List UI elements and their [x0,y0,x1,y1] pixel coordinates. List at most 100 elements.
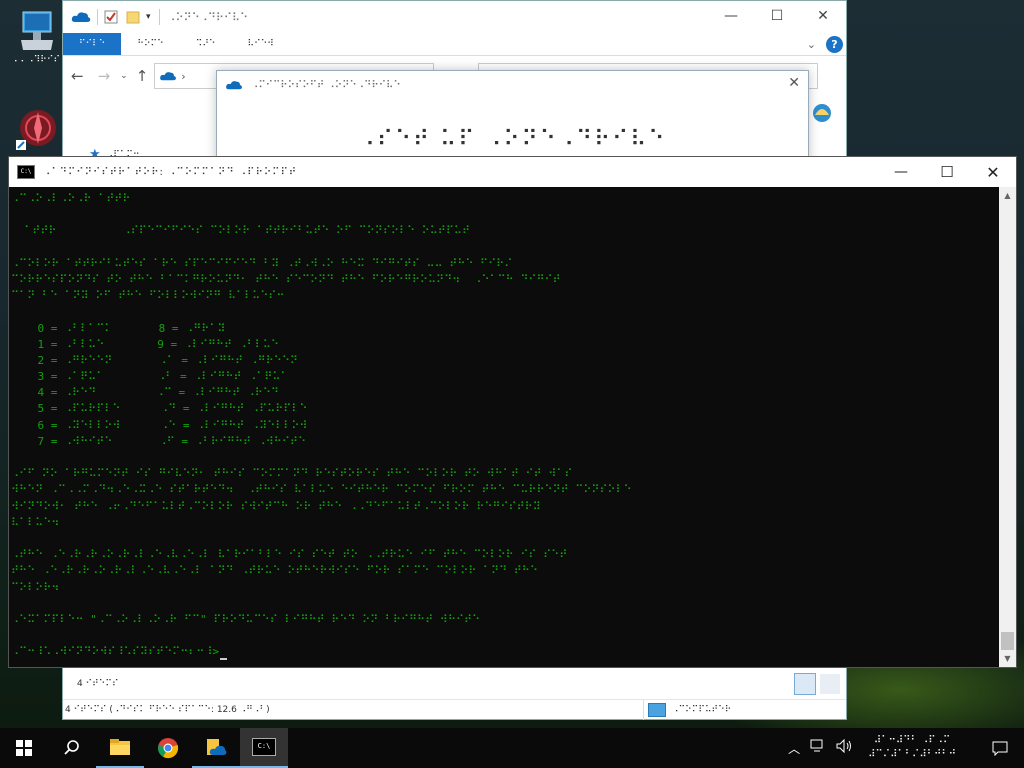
computer-location: ⠠⠉⠕⠍⠏⠥⠞⠑⠗ [648,703,731,717]
onedrive-folder-icon [207,739,227,755]
search-icon [64,740,79,755]
system-tray: ︿ ⠼⠁⠒⠼⠙⠃ ⠠⠏⠠⠍ ⠼⠉⠌⠼⠁⠃⠌⠼⠃⠚⠃⠚ [788,728,1024,768]
console-line: 7 = ⠠⠺⠓⠊⠞⠑ ⠠⠋ = ⠠⠃⠗⠊⠛⠓⠞ ⠠⠺⠓⠊⠞⠑ [11,434,307,448]
app-logo-icon [16,110,56,150]
cmd-console-output[interactable]: ⠠⠉⠠⠕⠠⠇⠠⠕⠠⠗ ⠁⠞⠞⠗ ⠁⠞⠞⠗ ⠠⠎⠏⠑⠉⠊⠋⠊⠑⠎ ⠉⠕⠇⠕⠗ ⠁⠞… [9,187,1001,667]
cmd-maximize-button[interactable]: ☐ [924,157,970,187]
onedrive-title: ⠠⠍⠊⠉⠗⠕⠎⠕⠋⠞ ⠠⠕⠝⠑⠠⠙⠗⠊⠧⠑ [251,79,401,91]
disk-free-space-text: 4 ⠊⠞⠑⠍⠎ (⠠⠙⠊⠎⠅ ⠋⠗⠑⠑ ⠎⠏⠁⠉⠑: 12.6 ⠠⠛⠠⠃) [65,704,270,715]
cmd-close-button[interactable]: ✕ [970,157,1016,187]
onedrive-cloud-icon [160,72,177,81]
console-line: ⠉⠁⠝ ⠃⠑ ⠁⠝⠽ ⠕⠋ ⠞⠓⠑ ⠋⠕⠇⠇⠕⠺⠊⠝⠛ ⠧⠁⠇⠥⠑⠎⠒ [11,289,285,303]
tab-file[interactable]: ⠋⠊⠇⠑ [63,33,122,55]
status-item-count: 4 ⠊⠞⠑⠍⠎ [77,679,119,689]
console-line: ⠠⠉⠕⠇⠕⠗ ⠁⠞⠞⠗⠊⠃⠥⠞⠑⠎ ⠁⠗⠑ ⠎⠏⠑⠉⠊⠋⠊⠑⠙ ⠃⠽ ⠠⠞⠠⠺⠠… [11,256,513,270]
show-hidden-icons-icon[interactable]: ︿ [788,740,800,757]
console-line: 3 = ⠠⠁⠟⠥⠁ ⠠⠃ = ⠠⠇⠊⠛⠓⠞ ⠠⠁⠟⠥⠁ [11,370,289,384]
text-cursor [220,658,228,661]
onedrive-cloud-icon [226,81,242,90]
cmd-icon: C:\ [252,738,276,756]
explorer-maximize-button[interactable]: ☐ [754,1,800,31]
console-line: ⠺⠓⠑⠝ ⠠⠉⠠⠠⠍⠠⠙⠲⠠⠑⠠⠭⠠⠑ ⠎⠞⠁⠗⠞⠑⠙⠲ ⠠⠞⠓⠊⠎ ⠧⠁⠇⠥⠑… [11,483,632,497]
console-line: ⠺⠊⠝⠙⠕⠺⠂ ⠞⠓⠑ ⠠⠖⠠⠙⠑⠋⠁⠥⠇⠞⠠⠉⠕⠇⠕⠗ ⠎⠺⠊⠞⠉⠓ ⠕⠗ ⠞… [11,499,541,513]
properties-icon[interactable] [104,10,118,24]
onedrive-close-button[interactable]: ✕ [788,75,800,91]
console-line: ⠠⠞⠓⠑ ⠠⠑⠠⠗⠠⠗⠠⠕⠠⠗⠠⠇⠠⠑⠠⠧⠠⠑⠠⠇ ⠧⠁⠗⠊⠁⠃⠇⠑ ⠊⠎ ⠎⠑… [11,548,568,562]
scroll-down-icon[interactable]: ▼ [999,650,1016,667]
console-line: ⠉⠕⠗⠗⠑⠎⠏⠕⠝⠙⠎ ⠞⠕ ⠞⠓⠑ ⠃⠁⠉⠅⠛⠗⠕⠥⠝⠙⠂ ⠞⠓⠑ ⠎⠑⠉⠕⠝… [11,272,561,286]
back-icon[interactable]: ← [71,67,84,85]
onedrive-titlebar: ⠠⠍⠊⠉⠗⠕⠎⠕⠋⠞ ⠠⠕⠝⠑⠠⠙⠗⠊⠧⠑ [217,71,808,99]
start-button[interactable] [0,728,48,768]
taskbar-file-explorer[interactable] [96,728,144,768]
folder-icon [110,739,130,755]
windows-logo-icon [16,740,32,756]
ribbon-expand-icon[interactable]: ⌄ [807,38,816,51]
taskbar-chrome[interactable] [144,728,192,768]
explorer-close-button[interactable]: ✕ [800,1,846,31]
clock[interactable]: ⠼⠁⠒⠼⠙⠃ ⠠⠏⠠⠍ ⠼⠉⠌⠼⠁⠃⠌⠼⠃⠚⠃⠚ [868,734,956,762]
network-icon[interactable] [810,739,826,757]
taskbar-command-prompt[interactable]: C:\ [240,728,288,768]
volume-icon[interactable] [836,738,854,757]
console-line: 6 = ⠠⠽⠑⠇⠇⠕⠺ ⠠⠑ = ⠠⠇⠊⠛⠓⠞ ⠠⠽⠑⠇⠇⠕⠺ [11,418,308,432]
console-line: ⠠⠉⠠⠕⠠⠇⠠⠕⠠⠗ ⠁⠞⠞⠗ [11,192,131,205]
details-view-icon[interactable] [794,673,816,695]
explorer-status-bar: 4 ⠊⠞⠑⠍⠎ [63,671,846,697]
console-line: ⠉⠕⠇⠕⠗⠲ [11,580,60,594]
console-line: ⠧⠁⠇⠥⠑⠲ [11,515,60,529]
console-line: ⠠⠑⠭⠁⠍⠏⠇⠑⠒ "⠠⠉⠠⠕⠠⠇⠠⠕⠠⠗ ⠋⠉" ⠏⠗⠕⠙⠥⠉⠑⠎ ⠇⠊⠛⠓⠞… [11,612,481,626]
clock-date: ⠼⠉⠌⠼⠁⠃⠌⠼⠃⠚⠃⠚ [868,749,956,760]
cmd-minimize-button[interactable]: — [878,157,924,187]
large-icons-view-icon[interactable] [820,674,840,694]
tab-home[interactable]: ⠓⠕⠍⠑ [121,33,179,55]
monitor-icon [648,703,666,717]
explorer-title: ⠠⠕⠝⠑⠠⠙⠗⠊⠧⠑ [167,10,249,24]
onedrive-heading: ⠠⠎⠑⠞ ⠥⠏ ⠠⠕⠝⠑⠠⠙⠗⠊⠧⠑ [358,127,667,152]
tab-view[interactable]: ⠧⠊⠑⠺ [232,33,290,55]
cmd-titlebar: C:\ ⠠⠁⠙⠍⠊⠝⠊⠎⠞⠗⠁⠞⠕⠗: ⠠⠉⠕⠍⠍⠁⠝⠙ ⠠⠏⠗⠕⠍⠏⠞ — ☐… [9,157,1016,187]
action-center-icon[interactable] [976,728,1024,768]
explorer-details-bar: 4 ⠊⠞⠑⠍⠎ (⠠⠙⠊⠎⠅ ⠋⠗⠑⠑ ⠎⠏⠁⠉⠑: 12.6 ⠠⠛⠠⠃) ⠠⠉… [63,699,846,720]
cmd-scrollbar[interactable]: ▲ ▼ [999,187,1016,667]
console-line: 0 = ⠠⠃⠇⠁⠉⠅ 8 = ⠠⠛⠗⠁⠽ [11,321,226,335]
chrome-icon [158,738,179,759]
console-line: 5 = ⠠⠏⠥⠗⠏⠇⠑ ⠠⠙ = ⠠⠇⠊⠛⠓⠞ ⠠⠏⠥⠗⠏⠇⠑ [11,402,308,416]
console-line: ⠠⠊⠋ ⠝⠕ ⠁⠗⠛⠥⠍⠑⠝⠞ ⠊⠎ ⠛⠊⠧⠑⠝⠂ ⠞⠓⠊⠎ ⠉⠕⠍⠍⠁⠝⠙ ⠗… [11,467,573,481]
desktop-icon-label: ⠄⠄⠠⠹⠗⠊⠎ [13,55,61,65]
up-icon[interactable]: ↑ [136,67,149,85]
scrollbar-thumb[interactable] [1001,632,1014,650]
desktop-icon-this-pc[interactable]: ⠄⠄⠠⠹⠗⠊⠎ [10,10,64,65]
search-button[interactable] [48,728,96,768]
ribbon-tabs: ⠋⠊⠇⠑ ⠓⠕⠍⠑ ⠩⠜⠑ ⠧⠊⠑⠺ ⌄ ? [63,33,846,56]
command-prompt-window: C:\ ⠠⠁⠙⠍⠊⠝⠊⠎⠞⠗⠁⠞⠕⠗: ⠠⠉⠕⠍⠍⠁⠝⠙ ⠠⠏⠗⠕⠍⠏⠞ — ☐… [8,156,1017,668]
desktop-icon-app[interactable] [16,106,60,157]
cmd-app-icon: C:\ [17,165,35,179]
new-folder-icon[interactable] [126,10,140,24]
recent-locations-icon[interactable]: ⌄ [120,71,128,81]
quick-access-dropdown-icon[interactable]: ▾ [146,12,151,22]
onedrive-setup-window: ⠠⠍⠊⠉⠗⠕⠎⠕⠋⠞ ⠠⠕⠝⠑⠠⠙⠗⠊⠧⠑ ✕ ⠠⠎⠑⠞ ⠥⠏ ⠠⠕⠝⠑⠠⠙⠗⠊… [216,70,809,165]
taskbar-onedrive-folder[interactable] [192,728,240,768]
console-line: 1 = ⠠⠃⠇⠥⠑ 9 = ⠠⠇⠊⠛⠓⠞ ⠠⠃⠇⠥⠑ [11,337,279,351]
help-icon[interactable]: ? [826,35,843,53]
console-line: ⠞⠓⠑ ⠠⠑⠠⠗⠠⠗⠠⠕⠠⠗⠠⠇⠠⠑⠠⠧⠠⠑⠠⠇ ⠁⠝⠙ ⠠⠞⠗⠥⠑ ⠕⠞⠓⠑⠗… [11,564,538,578]
tab-share[interactable]: ⠩⠜⠑ [180,33,232,55]
clock-time: ⠼⠁⠒⠼⠙⠃ ⠠⠏⠠⠍ [873,735,951,746]
explorer-minimize-button[interactable]: — [708,1,754,31]
scroll-up-icon[interactable]: ▲ [999,187,1016,204]
forward-icon[interactable]: → [98,67,111,85]
onedrive-status-icon[interactable] [811,101,833,123]
console-line: ⠠⠉⠒⠸⠡⠠⠺⠊⠝⠙⠕⠺⠎⠸⠡⠎⠽⠎⠞⠑⠍⠒⠆⠒⠸> [11,644,1001,661]
taskbar: C:\ ︿ ⠼⠁⠒⠼⠙⠃ ⠠⠏⠠⠍ ⠼⠉⠌⠼⠁⠃⠌⠼⠃⠚⠃⠚ [0,728,1024,768]
computer-label: ⠠⠉⠕⠍⠏⠥⠞⠑⠗ [672,705,732,715]
console-line: 4 = ⠠⠗⠑⠙ ⠠⠉ = ⠠⠇⠊⠛⠓⠞ ⠠⠗⠑⠙ [11,386,279,400]
computer-icon [21,11,53,50]
